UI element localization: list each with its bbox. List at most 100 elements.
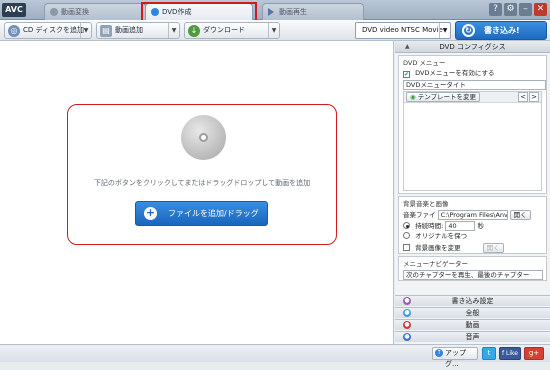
section-burn-settings[interactable]: ● 書き込み設定 [395,295,550,306]
burn-settings-icon: ● [403,297,411,305]
settings-icon[interactable]: ⚙ [504,3,517,16]
group-title: DVD メニュー [403,59,446,67]
template-bar: ◉ テンプレートを変更 < > [404,92,541,103]
app-logo: AVC [2,3,26,17]
disc-hole [199,133,208,142]
panel-header[interactable]: ▲ DVD コンフィグシス [395,41,550,53]
section-label: 動画 [465,321,480,329]
change-bg-row: 背景画像を変更 開く [399,242,546,253]
profile-value: DVD video NTSC Movie [362,26,443,34]
navigator-row: 次のチャプターを再生、最後のチャプター [399,269,546,280]
change-template-button[interactable]: ◉ テンプレートを変更 [406,92,481,102]
play-icon [268,8,274,16]
main-content: 下記のボタンをクリックしてまたはドラッグドロップして動画を追加 + ファイルを追… [0,41,394,344]
change-bg-label: 背景画像を変更 [415,244,461,252]
download-label: ダウンロード [203,26,245,34]
refresh-icon: ↻ [462,24,475,37]
facebook-like-button[interactable]: f Like [499,347,521,360]
keep-original-label: オリジナルを保つ [415,232,468,240]
duration-radio[interactable] [403,222,410,229]
duration-label: 持続時間: [415,222,444,230]
panel-title: DVD コンフィグシス [439,43,506,51]
chevron-down-icon: ▼ [439,23,450,38]
minimize-icon[interactable]: – [519,3,532,16]
add-cd-button[interactable]: ◎ CD ディスクを追加 ▼ [4,22,92,39]
audio-icon: ● [403,333,411,341]
menu-title-row: DVDメニュータイト [399,79,546,90]
close-icon[interactable]: ✕ [534,3,547,16]
title-bar: AVC 動画変換 DVD作成 動画再生 ? ⚙ – ✕ [0,0,550,23]
tab-video-play[interactable]: 動画再生 [262,3,364,20]
open-bg-button[interactable]: 開く [482,243,504,253]
keep-original-row: オリジナルを保つ [399,231,546,242]
group-title: 背景音楽と画像 [403,200,449,208]
section-video[interactable]: ● 動画 [395,319,550,330]
prev-icon[interactable]: < [518,92,528,102]
drop-hint-text: 下記のボタンをクリックしてまたはドラッグドロップして動画を追加 [93,179,311,187]
enable-menu-label: DVDメニューを有効にする [415,69,495,77]
output-profile-select[interactable]: DVD video NTSC Movie ▼ [355,22,451,39]
download-button[interactable]: ↓ ダウンロード ▼ [184,22,280,39]
status-bar: ↑ アップグ... t f Like g+ [0,344,550,368]
burn-button[interactable]: ↻ 書き込み! [455,21,547,40]
enable-menu-checkbox[interactable]: ✔ [403,71,410,78]
tab-video-convert[interactable]: 動画変換 [44,3,146,20]
navigator-group: メニューナビゲーター 次のチャプターを再生、最後のチャプター [398,256,547,281]
twitter-icon[interactable]: t [482,347,496,360]
bgm-group: 背景音楽と画像 音楽ファイ C:\Program Files\AnvS 開く 持… [398,196,547,254]
cd-icon: ◎ [8,25,20,37]
film-icon: ▤ [100,25,112,37]
duration-unit: 秒 [477,222,484,230]
upgrade-icon: ↑ [435,349,443,357]
window-controls: ? ⚙ – ✕ [489,3,547,17]
add-cd-label: CD ディスクを追加 [23,26,85,34]
template-preview: ◉ テンプレートを変更 < > [403,91,542,191]
tab-label: 動画再生 [279,8,307,16]
music-file-label: 音楽ファイ [403,211,436,219]
section-general[interactable]: ● 全般 [395,307,550,318]
music-file-field[interactable]: C:\Program Files\AnvS [437,210,508,220]
config-panel: ▲ DVD コンフィグシス DVD メニュー ✔ DVDメニューを有効にする D… [395,41,550,344]
duration-row: 持続時間: 40 秒 [399,220,546,231]
template-nav: < > [518,92,539,102]
group-title: メニューナビゲーター [403,260,468,268]
upgrade-button[interactable]: ↑ アップグ... [432,347,478,368]
chevron-down-icon[interactable]: ▼ [80,23,91,38]
next-icon[interactable]: > [529,92,539,102]
plus-icon: + [144,206,157,220]
section-audio[interactable]: ● 音声 [395,331,550,342]
chevron-down-icon[interactable]: ▼ [168,23,179,38]
section-label: 全般 [465,309,480,317]
template-icon: ◉ [410,93,416,101]
add-video-label: 動画追加 [115,26,143,34]
chevron-down-icon[interactable]: ▼ [268,23,279,38]
enable-menu-row[interactable]: ✔ DVDメニューを有効にする [399,68,546,79]
burn-label: 書き込み! [484,26,520,35]
general-icon: ● [403,309,411,317]
keep-original-radio[interactable] [403,232,410,239]
add-file-button[interactable]: + ファイルを追加/ドラッグ [135,201,268,226]
music-file-row: 音楽ファイ C:\Program Files\AnvS 開く [399,209,546,220]
video-icon: ● [403,321,411,329]
navigator-select[interactable]: 次のチャプターを再生、最後のチャプター [403,270,543,280]
duration-field[interactable]: 40 [445,221,476,231]
google-plus-icon[interactable]: g+ [524,347,544,360]
section-list: ● 書き込み設定 ● 全般 ● 動画 ● 音声 [395,294,550,342]
section-label: 音声 [465,333,480,341]
change-bg-checkbox[interactable] [403,244,410,251]
add-file-label: ファイルを追加/ドラッグ [168,209,259,218]
drop-zone[interactable]: 下記のボタンをクリックしてまたはドラッグドロップして動画を追加 + ファイルを追… [67,104,337,245]
collapse-icon[interactable]: ▲ [405,41,410,53]
dvd-menu-group: DVD メニュー ✔ DVDメニューを有効にする DVDメニュータイト ◉ テン… [398,55,547,194]
disc-burn-icon [181,115,226,160]
change-template-label: テンプレートを変更 [417,93,477,101]
tab-label: 動画変換 [61,8,89,16]
add-video-button[interactable]: ▤ 動画追加 ▼ [96,22,180,39]
open-music-button[interactable]: 開く [509,210,531,220]
toolbar: ◎ CD ディスクを追加 ▼ ▤ 動画追加 ▼ ↓ ダウンロード ▼ DVD v… [0,20,550,41]
menu-title-field[interactable]: DVDメニュータイト [403,80,546,90]
download-icon: ↓ [188,25,200,37]
convert-icon [50,8,58,16]
help-icon[interactable]: ? [489,3,502,16]
upgrade-label: アップグ... [445,349,466,368]
